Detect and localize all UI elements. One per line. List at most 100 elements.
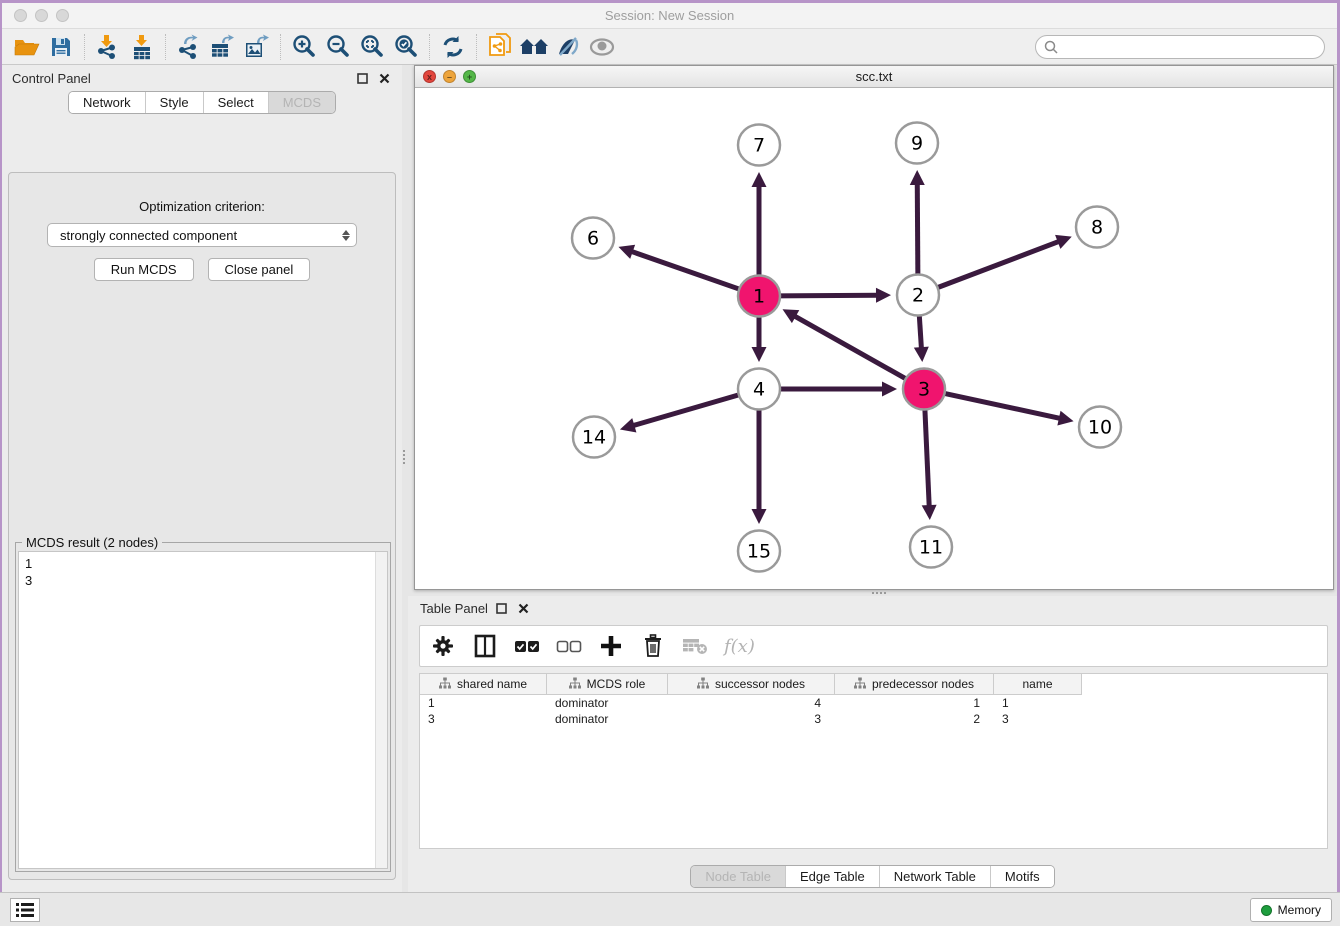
mcds-result-group: MCDS result (2 nodes) 13 — [15, 542, 391, 872]
search-input[interactable] — [1065, 40, 1316, 55]
table-cell[interactable]: 4 — [668, 695, 835, 711]
float-panel-icon[interactable] — [354, 70, 370, 86]
run-mcds-button[interactable]: Run MCDS — [94, 258, 194, 281]
graph-edge[interactable] — [794, 316, 908, 381]
column-header-name[interactable]: name — [994, 674, 1082, 695]
tab-select[interactable]: Select — [203, 92, 268, 113]
table-cell[interactable]: 1 — [420, 695, 547, 711]
toolbar-separator — [84, 34, 85, 60]
network-minimize-icon[interactable]: – — [443, 70, 456, 83]
function-builder-icon[interactable]: f(x) — [724, 636, 755, 657]
mcds-result-title: MCDS result (2 nodes) — [22, 535, 162, 550]
graph-node-label: 6 — [587, 228, 599, 250]
tab-edge-table[interactable]: Edge Table — [785, 866, 879, 887]
toolbar-separator — [429, 34, 430, 60]
graph-edge[interactable] — [925, 407, 929, 507]
tab-node-table[interactable]: Node Table — [691, 866, 785, 887]
tab-mcds[interactable]: MCDS — [268, 92, 335, 113]
criterion-select[interactable]: strongly connected component — [47, 223, 357, 247]
memory-button[interactable]: Memory — [1250, 898, 1332, 922]
zoom-out-icon[interactable] — [321, 32, 355, 62]
import-table-icon[interactable] — [125, 32, 159, 62]
column-header-predecessor-nodes[interactable]: predecessor nodes — [835, 674, 994, 695]
network-canvas[interactable]: 7968124314101511 — [415, 88, 1333, 589]
control-panel-title: Control Panel — [12, 71, 91, 86]
tab-style[interactable]: Style — [145, 92, 203, 113]
memory-status-icon — [1261, 905, 1272, 916]
table-cell[interactable]: 1 — [994, 695, 1082, 711]
tab-network-table[interactable]: Network Table — [879, 866, 990, 887]
import-network-icon[interactable] — [91, 32, 125, 62]
delete-table-icon[interactable] — [682, 633, 708, 659]
graph-edge[interactable] — [917, 183, 918, 277]
float-table-panel-icon[interactable] — [494, 600, 510, 616]
close-window-icon[interactable] — [14, 9, 27, 22]
graph-edge[interactable] — [777, 295, 878, 296]
eye-icon[interactable] — [585, 32, 619, 62]
graph-edge[interactable] — [942, 393, 1061, 419]
export-network-icon[interactable] — [172, 32, 206, 62]
graph-edge[interactable] — [631, 251, 742, 290]
table-cell[interactable]: dominator — [547, 711, 668, 727]
graph-node-label: 8 — [1091, 217, 1103, 239]
columns-icon[interactable] — [472, 633, 498, 659]
graph-edge[interactable] — [632, 394, 741, 426]
column-header-shared-name[interactable]: shared name — [420, 674, 547, 695]
show-panels-button[interactable] — [10, 898, 40, 922]
table-cell[interactable]: dominator — [547, 695, 668, 711]
zoom-window-icon[interactable] — [56, 9, 69, 22]
hide-style-icon[interactable] — [551, 32, 585, 62]
hierarchy-icon — [569, 677, 581, 692]
table-cell[interactable]: 3 — [420, 711, 547, 727]
minimize-window-icon[interactable] — [35, 9, 48, 22]
table-row[interactable]: 3dominator323 — [420, 711, 1327, 727]
zoom-selected-icon[interactable] — [389, 32, 423, 62]
close-panel-button[interactable]: Close panel — [208, 258, 311, 281]
graph-edge-arrow-icon — [752, 172, 767, 187]
export-table-icon[interactable] — [206, 32, 240, 62]
trash-icon[interactable] — [640, 633, 666, 659]
open-folder-icon[interactable] — [10, 32, 44, 62]
window-title: Session: New Session — [2, 3, 1337, 28]
table-cell[interactable]: 2 — [835, 711, 994, 727]
table-cell[interactable]: 1 — [835, 695, 994, 711]
unselect-all-icon[interactable] — [556, 633, 582, 659]
graph-edge[interactable] — [935, 241, 1060, 288]
table-body: 1dominator4113dominator323 — [420, 695, 1327, 727]
select-all-icon[interactable] — [514, 633, 540, 659]
tab-motifs[interactable]: Motifs — [990, 866, 1054, 887]
graph-edge[interactable] — [919, 313, 921, 349]
column-header-successor-nodes[interactable]: successor nodes — [668, 674, 835, 695]
column-header-MCDS-role[interactable]: MCDS role — [547, 674, 668, 695]
table-cell[interactable]: 3 — [994, 711, 1082, 727]
gear-icon[interactable] — [430, 633, 456, 659]
toolbar-separator — [165, 34, 166, 60]
close-table-panel-icon[interactable] — [516, 600, 532, 616]
mcds-result-text[interactable]: 13 — [19, 552, 375, 868]
network-doc-icon[interactable] — [483, 32, 517, 62]
search-field[interactable] — [1035, 35, 1325, 59]
zoom-in-icon[interactable] — [287, 32, 321, 62]
add-column-icon[interactable] — [598, 633, 624, 659]
network-close-icon[interactable]: x — [423, 70, 436, 83]
result-scrollbar[interactable] — [375, 552, 387, 868]
close-panel-icon[interactable] — [376, 70, 392, 86]
hierarchy-icon — [854, 677, 866, 692]
table-tabs: Node TableEdge TableNetwork TableMotifs — [690, 865, 1054, 888]
toolbar-separator — [476, 34, 477, 60]
control-panel: Control Panel NetworkStyleSelectMCDS Opt… — [2, 65, 402, 924]
table-row[interactable]: 1dominator411 — [420, 695, 1327, 711]
refresh-icon[interactable] — [436, 32, 470, 62]
graph-node-label: 10 — [1088, 417, 1112, 439]
network-window-title: scc.txt — [415, 66, 1333, 87]
title-bar: Session: New Session — [2, 3, 1337, 28]
memory-label: Memory — [1278, 903, 1321, 917]
hierarchy-icon — [439, 677, 451, 692]
home-icon[interactable] — [517, 32, 551, 62]
zoom-fit-icon[interactable] — [355, 32, 389, 62]
network-zoom-icon[interactable]: + — [463, 70, 476, 83]
export-image-icon[interactable] — [240, 32, 274, 62]
table-cell[interactable]: 3 — [668, 711, 835, 727]
tab-network[interactable]: Network — [69, 92, 145, 113]
save-icon[interactable] — [44, 32, 78, 62]
